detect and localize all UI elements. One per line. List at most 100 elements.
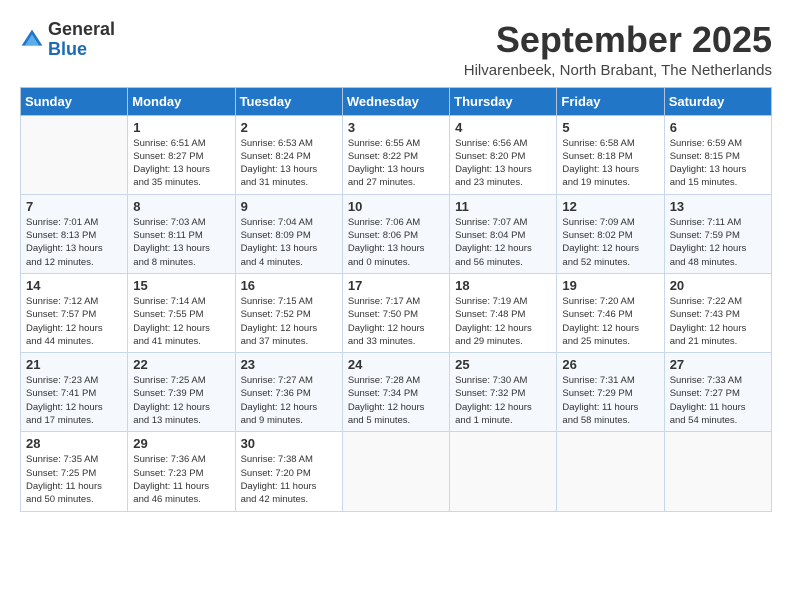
day-info: Sunrise: 7:15 AM Sunset: 7:52 PM Dayligh… [241,295,337,348]
day-number: 21 [26,357,122,372]
calendar-table: SundayMondayTuesdayWednesdayThursdayFrid… [20,87,772,512]
day-info: Sunrise: 7:06 AM Sunset: 8:06 PM Dayligh… [348,216,444,269]
calendar-cell: 11Sunrise: 7:07 AM Sunset: 8:04 PM Dayli… [450,194,557,273]
week-row-4: 21 Sunrise: 7:23 AM Sunset: 7:41 PM Dayli… [21,353,772,432]
day-number: 26 [562,357,658,372]
column-header-sunday: Sunday [21,87,128,115]
title-block: September 2025 Hilvarenbeek, North Braba… [464,20,772,79]
column-header-thursday: Thursday [450,87,557,115]
week-row-5: 28Sunrise: 7:35 AM Sunset: 7:25 PM Dayli… [21,432,772,511]
day-number: 20 [670,278,766,293]
calendar-cell: 19 Sunrise: 7:20 AM Sunset: 7:46 PM Dayli… [557,273,664,352]
day-info: Sunrise: 6:51 AM Sunset: 8:27 PM Dayligh… [133,137,229,190]
calendar-cell: 30Sunrise: 7:38 AM Sunset: 7:20 PM Dayli… [235,432,342,511]
day-info: Sunrise: 7:23 AM Sunset: 7:41 PM Dayligh… [26,374,122,427]
calendar-cell: 13 Sunrise: 7:11 AM Sunset: 7:59 PM Dayli… [664,194,771,273]
calendar-cell: 1 Sunrise: 6:51 AM Sunset: 8:27 PM Daylig… [128,115,235,194]
logo-blue-text: Blue [48,39,87,59]
day-info: Sunrise: 7:30 AM Sunset: 7:32 PM Dayligh… [455,374,551,427]
day-info: Sunrise: 7:25 AM Sunset: 7:39 PM Dayligh… [133,374,229,427]
page-header: General Blue September 2025 Hilvarenbeek… [20,20,772,79]
calendar-cell [21,115,128,194]
calendar-cell: 18Sunrise: 7:19 AM Sunset: 7:48 PM Dayli… [450,273,557,352]
calendar-cell: 25 Sunrise: 7:30 AM Sunset: 7:32 PM Dayli… [450,353,557,432]
day-info: Sunrise: 6:58 AM Sunset: 8:18 PM Dayligh… [562,137,658,190]
day-number: 25 [455,357,551,372]
day-info: Sunrise: 7:12 AM Sunset: 7:57 PM Dayligh… [26,295,122,348]
column-header-friday: Friday [557,87,664,115]
day-info: Sunrise: 7:11 AM Sunset: 7:59 PM Dayligh… [670,216,766,269]
day-number: 7 [26,199,122,214]
column-header-monday: Monday [128,87,235,115]
calendar-cell [557,432,664,511]
calendar-cell: 7 Sunrise: 7:01 AM Sunset: 8:13 PM Daylig… [21,194,128,273]
calendar-cell: 10 Sunrise: 7:06 AM Sunset: 8:06 PM Dayli… [342,194,449,273]
day-number: 27 [670,357,766,372]
calendar-cell: 2Sunrise: 6:53 AM Sunset: 8:24 PM Daylig… [235,115,342,194]
day-number: 10 [348,199,444,214]
calendar-cell: 5 Sunrise: 6:58 AM Sunset: 8:18 PM Daylig… [557,115,664,194]
header-row: SundayMondayTuesdayWednesdayThursdayFrid… [21,87,772,115]
day-number: 23 [241,357,337,372]
day-info: Sunrise: 7:09 AM Sunset: 8:02 PM Dayligh… [562,216,658,269]
day-info: Sunrise: 7:22 AM Sunset: 7:43 PM Dayligh… [670,295,766,348]
logo-icon [20,28,44,52]
calendar-cell [450,432,557,511]
day-number: 6 [670,120,766,135]
day-info: Sunrise: 7:04 AM Sunset: 8:09 PM Dayligh… [241,216,337,269]
day-number: 13 [670,199,766,214]
day-info: Sunrise: 7:31 AM Sunset: 7:29 PM Dayligh… [562,374,658,427]
day-info: Sunrise: 6:56 AM Sunset: 8:20 PM Dayligh… [455,137,551,190]
calendar-cell: 29 Sunrise: 7:36 AM Sunset: 7:23 PM Dayli… [128,432,235,511]
day-number: 19 [562,278,658,293]
day-number: 24 [348,357,444,372]
day-number: 17 [348,278,444,293]
week-row-1: 1 Sunrise: 6:51 AM Sunset: 8:27 PM Daylig… [21,115,772,194]
week-row-3: 14 Sunrise: 7:12 AM Sunset: 7:57 PM Dayli… [21,273,772,352]
calendar-cell: 8Sunrise: 7:03 AM Sunset: 8:11 PM Daylig… [128,194,235,273]
calendar-cell: 15Sunrise: 7:14 AM Sunset: 7:55 PM Dayli… [128,273,235,352]
day-number: 12 [562,199,658,214]
day-number: 5 [562,120,658,135]
day-number: 14 [26,278,122,293]
location-subtitle: Hilvarenbeek, North Brabant, The Netherl… [464,62,772,79]
calendar-cell: 12 Sunrise: 7:09 AM Sunset: 8:02 PM Dayli… [557,194,664,273]
day-info: Sunrise: 7:28 AM Sunset: 7:34 PM Dayligh… [348,374,444,427]
week-row-2: 7 Sunrise: 7:01 AM Sunset: 8:13 PM Daylig… [21,194,772,273]
calendar-cell: 21 Sunrise: 7:23 AM Sunset: 7:41 PM Dayli… [21,353,128,432]
day-number: 29 [133,436,229,451]
column-header-tuesday: Tuesday [235,87,342,115]
calendar-cell [342,432,449,511]
day-number: 15 [133,278,229,293]
calendar-cell: 27Sunrise: 7:33 AM Sunset: 7:27 PM Dayli… [664,353,771,432]
day-info: Sunrise: 7:17 AM Sunset: 7:50 PM Dayligh… [348,295,444,348]
logo-general-text: General [48,19,115,39]
calendar-cell: 20 Sunrise: 7:22 AM Sunset: 7:43 PM Dayli… [664,273,771,352]
day-number: 22 [133,357,229,372]
calendar-cell: 3Sunrise: 6:55 AM Sunset: 8:22 PM Daylig… [342,115,449,194]
calendar-cell: 17 Sunrise: 7:17 AM Sunset: 7:50 PM Dayli… [342,273,449,352]
day-number: 1 [133,120,229,135]
calendar-cell [664,432,771,511]
day-info: Sunrise: 7:36 AM Sunset: 7:23 PM Dayligh… [133,453,229,506]
day-info: Sunrise: 7:01 AM Sunset: 8:13 PM Dayligh… [26,216,122,269]
day-info: Sunrise: 6:53 AM Sunset: 8:24 PM Dayligh… [241,137,337,190]
day-info: Sunrise: 7:38 AM Sunset: 7:20 PM Dayligh… [241,453,337,506]
day-info: Sunrise: 7:03 AM Sunset: 8:11 PM Dayligh… [133,216,229,269]
calendar-cell: 4Sunrise: 6:56 AM Sunset: 8:20 PM Daylig… [450,115,557,194]
day-info: Sunrise: 7:27 AM Sunset: 7:36 PM Dayligh… [241,374,337,427]
calendar-cell: 24 Sunrise: 7:28 AM Sunset: 7:34 PM Dayli… [342,353,449,432]
day-number: 16 [241,278,337,293]
calendar-cell: 14 Sunrise: 7:12 AM Sunset: 7:57 PM Dayli… [21,273,128,352]
column-header-wednesday: Wednesday [342,87,449,115]
day-number: 11 [455,199,551,214]
logo: General Blue [20,20,115,60]
column-header-saturday: Saturday [664,87,771,115]
calendar-cell: 28Sunrise: 7:35 AM Sunset: 7:25 PM Dayli… [21,432,128,511]
calendar-cell: 16 Sunrise: 7:15 AM Sunset: 7:52 PM Dayli… [235,273,342,352]
day-info: Sunrise: 7:20 AM Sunset: 7:46 PM Dayligh… [562,295,658,348]
calendar-cell: 6 Sunrise: 6:59 AM Sunset: 8:15 PM Daylig… [664,115,771,194]
calendar-cell: 26 Sunrise: 7:31 AM Sunset: 7:29 PM Dayli… [557,353,664,432]
day-number: 9 [241,199,337,214]
day-info: Sunrise: 6:59 AM Sunset: 8:15 PM Dayligh… [670,137,766,190]
